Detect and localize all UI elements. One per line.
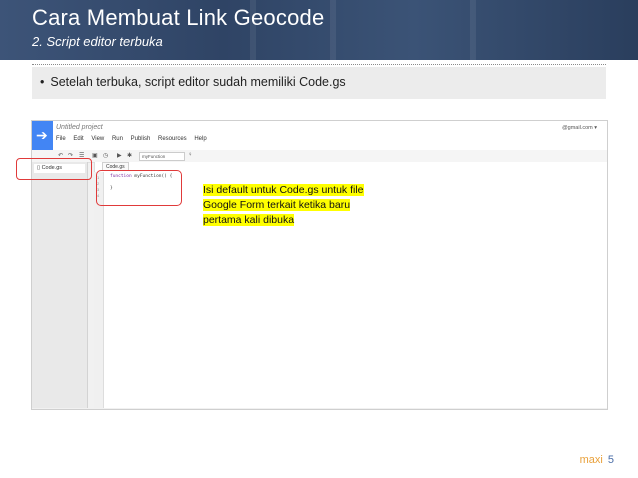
bullet-box: • Setelah terbuka, script editor sudah me… [32,67,606,99]
menu-bar: File Edit View Run Publish Resources Hel… [56,136,213,142]
menu-run[interactable]: Run [112,136,123,142]
script-editor-screenshot: ➔ Untitled project File Edit View Run Pu… [31,120,608,410]
line-gutter [94,172,104,408]
highlight-box-code [96,170,182,206]
annotation-line: Isi default untuk Code.gs untuk file [203,184,364,196]
file-panel: ▯ Code.gs [32,162,88,408]
lightbulb-icon[interactable]: ♀ [188,152,193,158]
header-decoration [330,0,336,60]
slide-title: Cara Membuat Link Geocode [32,5,325,30]
apps-script-logo[interactable]: ➔ [32,121,53,150]
annotation-line: Google Form terkait ketika baru [203,199,351,211]
brand-logo: maxi [579,454,603,466]
menu-file[interactable]: File [56,136,66,142]
debug-icon[interactable]: ✱ [127,152,132,159]
function-select[interactable]: myFunction [139,152,185,161]
slide-header: Cara Membuat Link Geocode 2. Script edit… [0,0,638,60]
run-icon[interactable]: ▶ [117,152,122,159]
menu-view[interactable]: View [91,136,104,142]
menu-help[interactable]: Help [194,136,206,142]
trigger-icon[interactable]: ◷ [103,152,108,159]
bullet-text: Setelah terbuka, script editor sudah mem… [50,75,346,89]
divider [32,64,606,65]
header-decoration [470,0,476,60]
slide-subtitle: 2. Script editor terbuka [32,34,163,49]
bullet-item: • Setelah terbuka, script editor sudah me… [40,75,346,89]
menu-publish[interactable]: Publish [131,136,151,142]
account-menu[interactable]: @gmail.com ▾ [562,125,597,131]
highlight-box-file [16,158,92,180]
annotation-line: pertama kali dibuka [203,214,295,226]
editor-topbar: ➔ Untitled project File Edit View Run Pu… [32,121,607,151]
menu-edit[interactable]: Edit [73,136,83,142]
arrow-icon: ➔ [36,127,48,143]
annotation-note: Isi default untuk Code.gs untuk file Goo… [203,183,364,228]
page-number: 5 [607,454,614,466]
menu-resources[interactable]: Resources [158,136,187,142]
save-icon[interactable]: ▣ [92,152,98,159]
slide-footer: maxi 5 [580,454,614,466]
project-name[interactable]: Untitled project [56,124,103,131]
